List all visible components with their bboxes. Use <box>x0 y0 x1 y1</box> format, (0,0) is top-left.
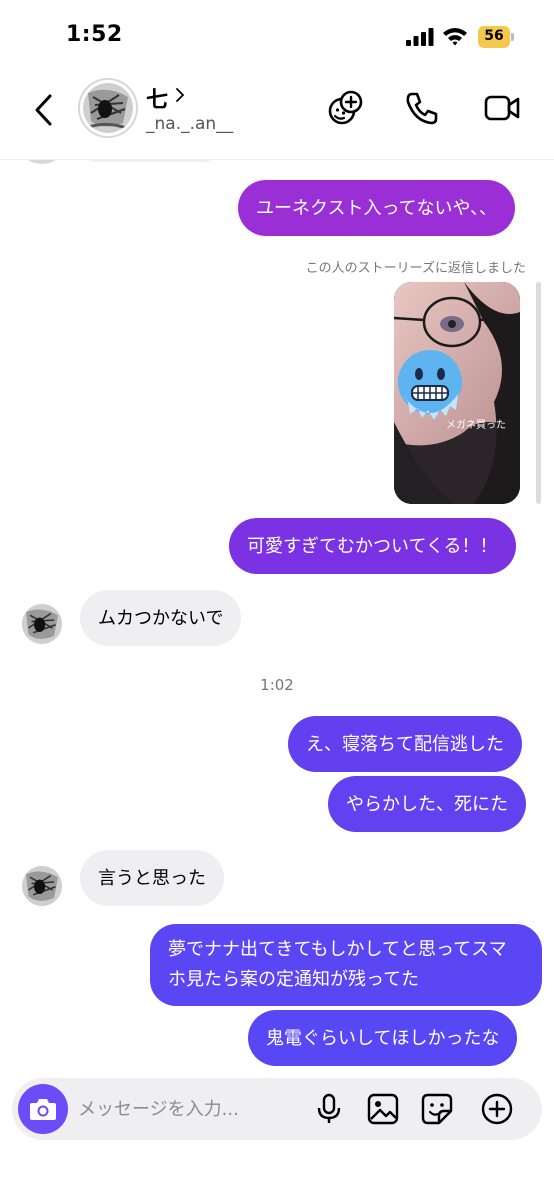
message-sent[interactable]: ユーネクスト入ってないや、、 <box>238 180 516 236</box>
battery-level: 56 <box>484 28 504 44</box>
partial-avatar <box>22 160 62 164</box>
message-sent[interactable]: やらかした、死にた <box>328 776 526 832</box>
partial-bubble <box>80 160 220 162</box>
camera-icon <box>30 1099 56 1120</box>
contact-name[interactable]: 七 <box>146 82 168 114</box>
contact-avatar[interactable] <box>78 78 138 138</box>
cellular-signal-icon <box>406 28 434 46</box>
chevron-right-icon[interactable] <box>174 86 186 104</box>
microphone-icon[interactable] <box>312 1092 346 1126</box>
avatar-image <box>22 866 62 906</box>
message-sent[interactable]: 夢でナナ出てきてもしかしてと思ってスマホ見たら案の定通知が残ってた <box>150 924 542 1006</box>
chat-header: 七 _na._.an__ <box>0 72 554 160</box>
story-thumbnail[interactable]: メガネ買った <box>394 282 520 504</box>
message-sent[interactable]: 鬼電ぐらいしてほしかったな <box>248 1010 518 1066</box>
message-list[interactable]: ユーネクスト入ってないや、、 この人のストーリーズに返信しました メガネ買った … <box>0 160 554 1076</box>
phone-icon[interactable] <box>402 88 442 128</box>
story-caption: メガネ買った <box>446 420 506 431</box>
story-reply-label: この人のストーリーズに返信しました <box>305 261 526 276</box>
contact-username[interactable]: _na._.an__ <box>146 114 233 134</box>
status-time: 1:52 <box>66 22 123 47</box>
message-sent[interactable]: 可愛すぎてむかついてくる！！ <box>229 518 516 574</box>
status-bar: 1:52 56 <box>0 0 554 72</box>
add-icon[interactable] <box>480 1092 514 1126</box>
message-input[interactable] <box>78 1089 288 1129</box>
avatar-image <box>83 83 133 133</box>
gallery-icon[interactable] <box>366 1092 400 1126</box>
contact-message-avatar[interactable] <box>22 604 62 644</box>
message-received[interactable]: 言うと思った <box>80 850 224 906</box>
video-icon[interactable] <box>482 88 522 128</box>
back-icon[interactable] <box>28 90 60 130</box>
camera-button[interactable] <box>18 1084 68 1134</box>
battery-indicator: 56 <box>478 26 516 48</box>
message-sent[interactable]: え、寝落ちて配信逃した <box>288 716 522 772</box>
story-side-bar <box>536 282 541 504</box>
sticker-icon[interactable] <box>420 1092 454 1126</box>
effects-icon[interactable] <box>326 88 366 128</box>
wifi-icon <box>443 28 467 46</box>
avatar-image <box>22 604 62 644</box>
contact-message-avatar[interactable] <box>22 866 62 906</box>
story-image <box>394 282 520 504</box>
message-received[interactable]: ムカつかないで <box>80 590 242 646</box>
message-composer <box>12 1078 542 1140</box>
timestamp-separator: 1:02 <box>260 676 294 694</box>
